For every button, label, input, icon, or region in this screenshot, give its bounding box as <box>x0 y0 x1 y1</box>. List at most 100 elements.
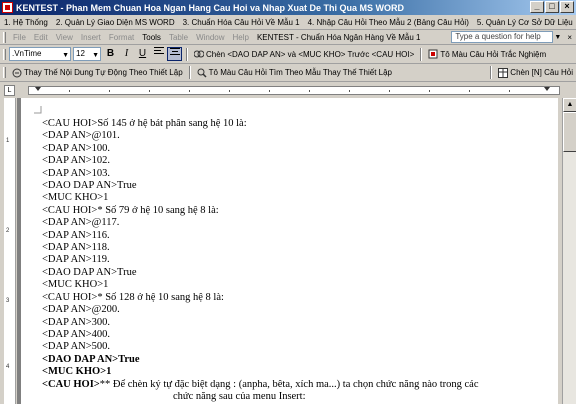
line-content: 119. <box>91 254 110 266</box>
vertical-ruler: 1 2 3 4 <box>4 98 16 404</box>
document-line[interactable]: <DAP AN>300. <box>42 317 479 329</box>
bold-button[interactable]: B <box>103 47 118 61</box>
document-line[interactable]: <DAP AN>102. <box>42 155 479 167</box>
help-search-input[interactable]: Type a question for help <box>451 31 554 43</box>
document-line[interactable]: <CAU HOI>* Số 128 ở hệ 10 sang hệ 8 là: <box>42 292 479 304</box>
document-page[interactable]: <CAU HOI>Số 145 ở hệ bát phân sang hệ 10… <box>21 98 558 404</box>
help-dropdown-icon[interactable]: ▼ <box>554 34 563 41</box>
horizontal-ruler[interactable]: L <box>0 82 576 98</box>
menu-help[interactable]: Help <box>229 33 253 42</box>
align-center-icon[interactable] <box>167 47 182 61</box>
document-line[interactable]: <CAU HOI>** Để chèn ký tự đặc biệt dạng … <box>42 379 479 391</box>
scroll-up-icon[interactable]: ▲ <box>563 98 576 112</box>
question-tag: <DAP AN> <box>42 341 92 353</box>
document-area[interactable]: <CAU HOI>Số 145 ở hệ bát phân sang hệ 10… <box>17 98 558 404</box>
line-content: * Số 79 ở hệ 10 sang hệ 8 là: <box>97 204 219 216</box>
menu-insert[interactable]: Insert <box>77 33 105 42</box>
document-line[interactable]: <DAP AN>119. <box>42 254 479 266</box>
document-line[interactable]: <DAP AN>100. <box>42 143 479 155</box>
question-tag: <DAP AN> <box>42 316 92 328</box>
document-line[interactable]: chức năng sau của menu Insert: <box>42 391 479 403</box>
insert-dao-dap-an-label: Chèn <DAO DAP AN> và <MUC KHO> Trước <CA… <box>206 49 415 59</box>
document-line[interactable]: <DAP AN>@200. <box>42 304 479 316</box>
line-content: True <box>117 266 137 278</box>
close-document-button[interactable]: × <box>563 33 576 42</box>
menu-window[interactable]: Window <box>192 33 228 42</box>
menu-quan-ly-giao-dien[interactable]: 2. Quản Lý Giao Diện MS WORD <box>52 18 179 27</box>
document-line[interactable]: <DAP AN>500. <box>42 341 479 353</box>
ruler-scale <box>28 86 560 95</box>
color-find-button[interactable]: Tô Màu Câu Hỏi Tìm Theo Mẫu Thay Thế Thi… <box>194 68 395 78</box>
close-button[interactable]: × <box>560 1 574 13</box>
menu-edit[interactable]: Edit <box>30 33 52 42</box>
document-line[interactable]: <DAO DAP AN>True <box>42 267 479 279</box>
toolbar-grip[interactable] <box>3 67 6 78</box>
document-line[interactable]: <DAP AN>116. <box>42 230 479 242</box>
line-content: chức năng sau của menu Insert: <box>173 390 306 402</box>
question-tag: <DAP AN> <box>42 217 92 229</box>
document-line[interactable]: <DAP AN>@117. <box>42 217 479 229</box>
vruler-label: 1 <box>6 138 10 144</box>
menu-quan-ly-csdl[interactable]: 5. Quản Lý Cơ Sở Dữ Liệu <box>473 18 576 27</box>
align-left-icon[interactable] <box>151 47 166 61</box>
line-content: 116. <box>91 229 110 241</box>
insert-n-questions-button[interactable]: Chèn [N] Câu Hỏi <box>495 67 576 78</box>
menu-file[interactable]: File <box>9 33 30 42</box>
word-app-icon[interactable] <box>2 2 13 13</box>
question-tag: <DAP AN> <box>42 242 92 254</box>
document-line[interactable]: <MUC KHO>1 <box>42 192 479 204</box>
toolbar-grip[interactable] <box>3 48 6 60</box>
auto-replace-button[interactable]: Thay Thế Nội Dung Tự Động Theo Thiết Lập <box>9 68 186 78</box>
insert-dao-dap-an-button[interactable]: Chèn <DAO DAP AN> và <MUC KHO> Trước <CA… <box>191 49 417 59</box>
font-size-select[interactable]: 12 ▼ <box>73 47 101 61</box>
question-tag: <DAP AN> <box>42 142 92 154</box>
question-tag: <DAO DAP AN> <box>42 266 118 278</box>
document-line[interactable]: <DAO DAP AN>True <box>42 180 479 192</box>
color-icon <box>428 49 438 59</box>
toolbar-grip[interactable] <box>3 31 6 43</box>
window-title: KENTEST - Phan Mem Chuan Hoa Ngan Hang C… <box>16 2 405 13</box>
document-line[interactable]: <MUC KHO>1 <box>42 366 479 378</box>
kentest-menubar: 1. Hệ Thống 2. Quản Lý Giao Diện MS WORD… <box>0 15 576 30</box>
line-content: 300. <box>91 316 111 328</box>
underline-button[interactable]: U <box>135 47 150 61</box>
color-questions-button[interactable]: Tô Màu Câu Hỏi Trắc Nghiệm <box>425 49 549 59</box>
document-text[interactable]: <CAU HOI>Số 145 ở hệ bát phân sang hệ 10… <box>42 118 479 403</box>
italic-button[interactable]: I <box>119 47 134 61</box>
chevron-down-icon: ▼ <box>62 52 69 59</box>
tab-selector-icon[interactable]: L <box>4 85 15 96</box>
document-line[interactable]: <CAU HOI>Số 145 ở hệ bát phân sang hệ 10… <box>42 118 479 130</box>
document-line[interactable]: <CAU HOI>* Số 79 ở hệ 10 sang hệ 8 là: <box>42 205 479 217</box>
menu-format[interactable]: Format <box>105 33 138 42</box>
document-line[interactable]: <DAP AN>118. <box>42 242 479 254</box>
menu-tools[interactable]: Tools <box>138 33 165 42</box>
first-line-indent-marker[interactable] <box>35 87 41 95</box>
scroll-thumb[interactable] <box>563 112 576 152</box>
menu-kentest-addin[interactable]: KENTEST - Chuẩn Hóa Ngân Hàng Về Mẫu 1 <box>253 33 425 42</box>
minimize-button[interactable]: _ <box>530 1 544 13</box>
font-name-select[interactable]: .VnTime ▼ <box>9 47 71 61</box>
document-line[interactable]: <DAP AN>@101. <box>42 130 479 142</box>
menu-nhap-cau-hoi[interactable]: 4. Nhập Câu Hỏi Theo Mẫu 2 (Bảng Câu Hỏi… <box>304 18 473 27</box>
question-tag: <DAP AN> <box>42 130 92 142</box>
title-bar[interactable]: KENTEST - Phan Mem Chuan Hoa Ngan Hang C… <box>0 0 576 15</box>
line-content: @101. <box>91 130 120 142</box>
menu-table[interactable]: Table <box>165 33 192 42</box>
menu-view[interactable]: View <box>52 33 77 42</box>
toolbar-separator <box>188 66 191 79</box>
question-tag: <MUC KHO> <box>42 192 104 204</box>
menu-chuan-hoa[interactable]: 3. Chuẩn Hóa Câu Hỏi Về Mẫu 1 <box>179 18 304 27</box>
toolbar-separator <box>420 47 423 61</box>
document-line[interactable]: <MUC KHO>1 <box>42 279 479 291</box>
document-line[interactable]: <DAP AN>103. <box>42 168 479 180</box>
right-indent-marker[interactable] <box>544 87 550 95</box>
document-line[interactable]: <DAP AN>400. <box>42 329 479 341</box>
vertical-scrollbar[interactable]: ▲ <box>562 98 576 404</box>
line-content: * Số 128 ở hệ 10 sang hệ 8 là: <box>97 291 224 303</box>
maximize-button[interactable]: □ <box>545 1 559 13</box>
menu-he-thong[interactable]: 1. Hệ Thống <box>0 18 52 27</box>
replace-icon <box>12 68 22 78</box>
kentest-toolbar: Thay Thế Nội Dung Tự Động Theo Thiết Lập… <box>0 64 576 82</box>
document-line[interactable]: <DAO DAP AN>True <box>42 354 479 366</box>
chevron-down-icon: ▼ <box>92 52 99 59</box>
